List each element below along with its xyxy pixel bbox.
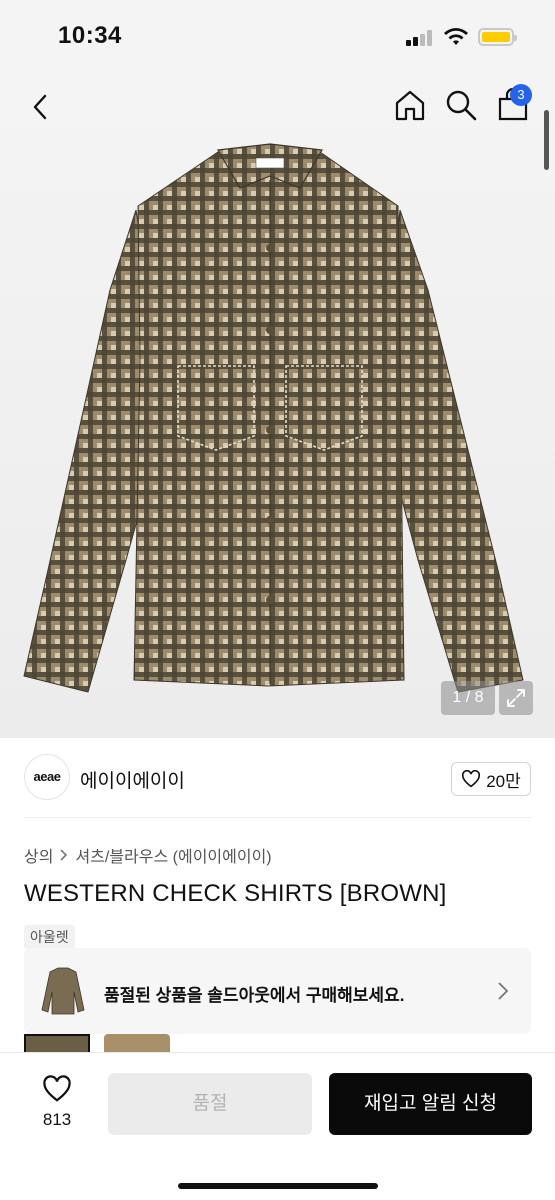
back-icon[interactable] (26, 92, 56, 122)
gallery-pager: 1 / 8 (441, 681, 495, 715)
status-time: 10:34 (58, 22, 122, 49)
signal-icon (406, 30, 434, 46)
breadcrumb: 상의 셔츠/블라우스 (에이이에이이) (24, 843, 272, 867)
chevron-right-icon (498, 982, 509, 1000)
restock-alert-button[interactable]: 재입고 알림 신청 (329, 1073, 532, 1135)
expand-icon[interactable] (499, 681, 533, 715)
status-bar: 10:34 (0, 0, 555, 74)
soldout-banner[interactable]: 품절된 상품을 솔드아웃에서 구매해보세요. (24, 948, 531, 1034)
brand-like-button[interactable]: 20만 (451, 762, 531, 796)
heart-icon (43, 1075, 71, 1102)
product-image (23, 143, 524, 693)
home-indicator[interactable] (178, 1183, 378, 1189)
wishlist-button[interactable]: 813 (34, 1075, 80, 1135)
heart-icon (462, 770, 481, 788)
brand-name[interactable]: 에이이에이이 (80, 766, 185, 793)
soldout-button: 품절 (108, 1073, 312, 1135)
brand-row[interactable]: aeae 에이이에이이 20만 (24, 754, 531, 802)
search-icon[interactable] (444, 88, 478, 122)
cart-count-badge: 3 (510, 84, 532, 106)
home-icon[interactable] (393, 88, 427, 122)
scrollbar[interactable] (544, 110, 549, 170)
breadcrumb-subcategory[interactable]: 셔츠/블라우스 (에이이에이이) (75, 843, 271, 867)
brand-logo[interactable]: aeae (24, 754, 70, 800)
brand-like-count: 20만 (486, 771, 521, 791)
outlet-tag: 아울렛 (24, 925, 75, 949)
breadcrumb-category[interactable]: 상의 (24, 843, 53, 867)
battery-icon (478, 28, 517, 46)
product-title: WESTERN CHECK SHIRTS [BROWN] (24, 880, 447, 907)
banner-thumbnail (41, 967, 85, 1015)
chevron-right-icon (60, 849, 68, 861)
wifi-icon (444, 28, 468, 45)
bottom-action-bar: 813 품절 재입고 알림 신청 (0, 1052, 555, 1200)
divider (24, 817, 531, 818)
product-gallery[interactable]: 3 1 / 8 (0, 74, 555, 738)
wishlist-count: 813 (42, 1110, 72, 1129)
banner-text: 품절된 상품을 솔드아웃에서 구매해보세요. (104, 986, 405, 1005)
